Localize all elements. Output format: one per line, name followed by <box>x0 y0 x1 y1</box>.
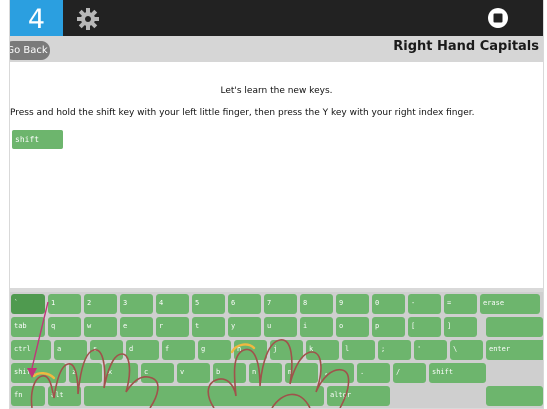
lesson-header: Go Back Right Hand Capitals <box>10 36 543 62</box>
key-comma: , <box>321 363 354 383</box>
key-2: 2 <box>84 294 117 314</box>
go-back-button[interactable]: Go Back <box>10 41 50 60</box>
key-l: l <box>342 340 375 360</box>
key-ctrl: ctrl <box>11 340 51 360</box>
key-y: y <box>228 317 261 337</box>
key-left-bracket: [ <box>408 317 441 337</box>
key-i: i <box>300 317 333 337</box>
key-c: c <box>141 363 174 383</box>
key-b: b <box>213 363 246 383</box>
key-period: . <box>357 363 390 383</box>
key-u: u <box>264 317 297 337</box>
key-d: d <box>126 340 159 360</box>
key-5: 5 <box>192 294 225 314</box>
key-alt: alt <box>48 386 81 406</box>
current-key-chip: shift <box>12 130 63 149</box>
stop-icon[interactable] <box>487 7 509 29</box>
onscreen-keyboard: ` 1 2 3 4 5 6 7 8 9 0- = erase tab q w e r t y u i o p[] ctrl a s d… <box>10 292 543 408</box>
key-z: z <box>69 363 102 383</box>
key-backslash: \ <box>450 340 483 360</box>
lesson-title: Right Hand Capitals <box>393 39 539 54</box>
key-right-bracket: ] <box>444 317 477 337</box>
key-x: x <box>105 363 138 383</box>
key-altgr: altgr <box>327 386 390 406</box>
key-w: w <box>84 317 117 337</box>
key-k: k <box>306 340 339 360</box>
key-n: n <box>249 363 282 383</box>
key-quote: ' <box>414 340 447 360</box>
key-minus: - <box>408 294 441 314</box>
top-bar: 4 <box>10 0 543 38</box>
key-erase: erase <box>480 294 540 314</box>
key-a: a <box>54 340 87 360</box>
key-t: t <box>192 317 225 337</box>
key-tab: tab <box>11 317 45 337</box>
key-h: h <box>234 340 267 360</box>
key-equals: = <box>444 294 477 314</box>
key-4: 4 <box>156 294 189 314</box>
key-9: 9 <box>336 294 369 314</box>
level-badge: 4 <box>10 0 63 38</box>
key-slash: / <box>393 363 426 383</box>
key-3: 3 <box>120 294 153 314</box>
key-6: 6 <box>228 294 261 314</box>
key-8: 8 <box>300 294 333 314</box>
instruction-text: Press and hold the shift key with your l… <box>10 108 475 118</box>
key-r: r <box>156 317 189 337</box>
gear-icon[interactable] <box>76 7 100 31</box>
key-fn: fn <box>11 386 45 406</box>
typing-app-window: 4 Go Back Right Hand Capitals Let's lear… <box>10 0 543 408</box>
key-0: 0 <box>372 294 405 314</box>
key-f: f <box>162 340 195 360</box>
key-q: q <box>48 317 81 337</box>
key-right-shift: shift <box>429 363 486 383</box>
key-p: p <box>372 317 405 337</box>
key-1: 1 <box>48 294 81 314</box>
key-enter: enter <box>486 340 543 360</box>
key-j: j <box>270 340 303 360</box>
key-g: g <box>198 340 231 360</box>
key-semicolon: ; <box>378 340 411 360</box>
intro-text: Let's learn the new keys. <box>220 86 333 96</box>
key-7: 7 <box>264 294 297 314</box>
key-m: m <box>285 363 318 383</box>
key-left-shift: shift <box>11 363 66 383</box>
key-o: o <box>336 317 369 337</box>
key-blank <box>486 317 543 337</box>
space-key <box>84 386 324 406</box>
key-e: e <box>120 317 153 337</box>
key-backtick: ` <box>11 294 45 314</box>
key-blank <box>486 386 543 406</box>
key-s: s <box>90 340 123 360</box>
key-v: v <box>177 363 210 383</box>
